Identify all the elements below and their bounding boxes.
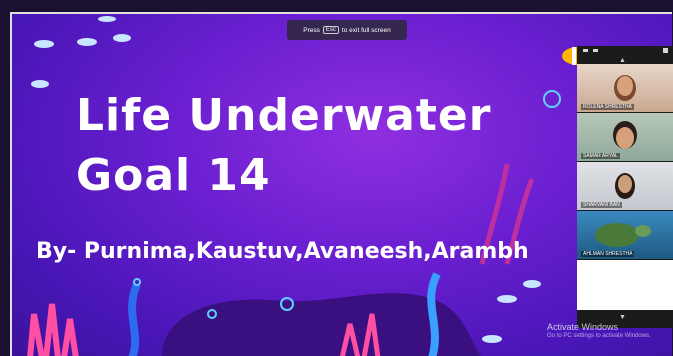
- maximize-icon[interactable]: [663, 48, 668, 53]
- screen: Life Underwater Goal 14 By- Purnima,Kaus…: [0, 0, 673, 356]
- chevron-up-icon[interactable]: ▲: [619, 57, 626, 64]
- view-toggle-icon[interactable]: [593, 49, 598, 52]
- windows-activation-watermark: Activate Windows Go to PC settings to ac…: [547, 322, 651, 339]
- bubble: [133, 278, 141, 286]
- watermark-subtitle: Go to PC settings to activate Windows.: [547, 333, 651, 339]
- participant-name: ROLENA SHRESTHA: [581, 104, 634, 110]
- participant-video-4[interactable]: AHLMAN SHRESTHA: [577, 211, 673, 259]
- chevron-down-icon[interactable]: ▼: [619, 314, 626, 321]
- fullscreen-hint-suffix: to exit full screen: [341, 26, 391, 34]
- participant-video-1[interactable]: ROLENA SHRESTHA: [577, 64, 673, 112]
- fullscreen-hint-press: Press: [303, 26, 320, 34]
- seaweed: [128, 282, 141, 356]
- slide-authors: By- Purnima,Kaustuv,Avaneesh,Arambh: [36, 239, 529, 264]
- coral-left: [27, 303, 79, 356]
- participant-name: AHLMAN SHRESTHA: [581, 251, 635, 257]
- panel-toolbar: [577, 46, 673, 56]
- participant-name: SAMAR ARYAL: [581, 153, 620, 159]
- presentation-slide: Life Underwater Goal 14 By- Purnima,Kaus…: [10, 12, 672, 356]
- minimize-icon[interactable]: [583, 49, 588, 52]
- participant-video-2[interactable]: SAMAR ARYAL: [577, 113, 673, 161]
- participant-video-5[interactable]: [577, 260, 673, 310]
- title-line-2: Goal 14: [76, 150, 271, 201]
- seaweed-2: [427, 272, 441, 356]
- participant-name: SHARVANI BAN: [581, 202, 622, 208]
- fullscreen-hint: Press Esc to exit full screen: [287, 20, 407, 40]
- watermark-title: Activate Windows: [547, 322, 619, 332]
- bubble: [543, 90, 561, 108]
- title-line-1: Life Underwater: [76, 90, 492, 141]
- slide-title: Life Underwater Goal 14: [76, 86, 491, 206]
- esc-key: Esc: [322, 26, 339, 34]
- video-panel: ▲ ROLENA SHRESTHA SAMAR ARYAL SHARVANI B…: [577, 46, 673, 328]
- participant-video-3[interactable]: SHARVANI BAN: [577, 162, 673, 210]
